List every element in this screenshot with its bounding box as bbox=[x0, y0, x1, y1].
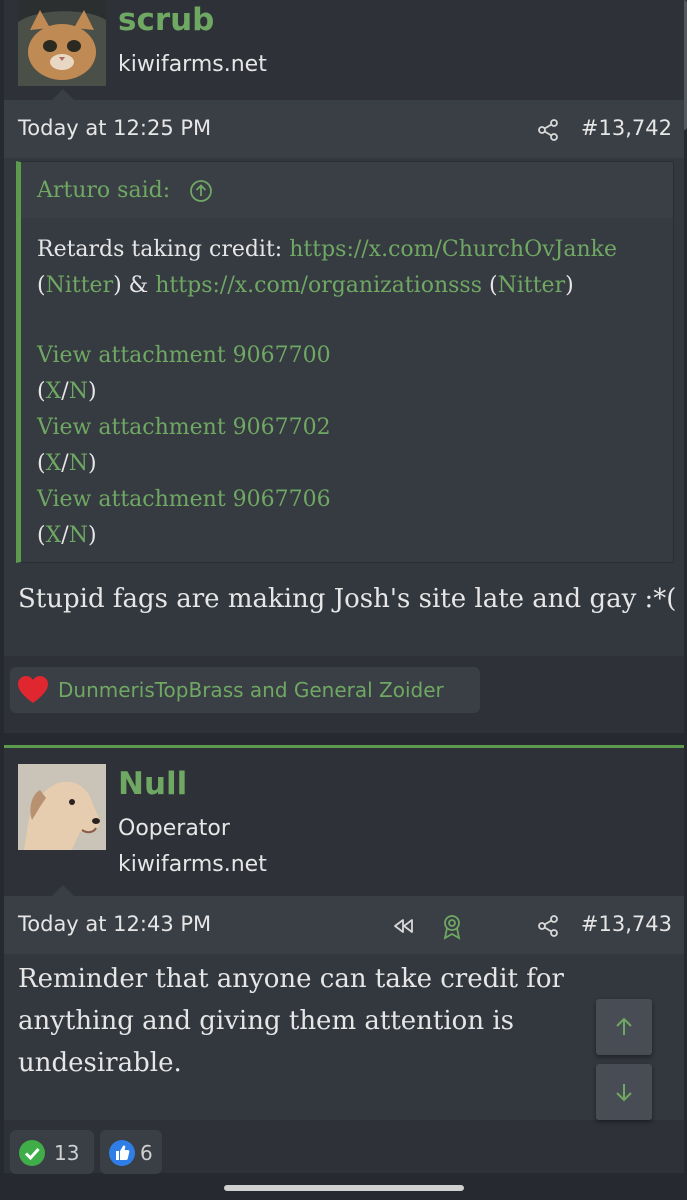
rewind-icon[interactable] bbox=[392, 914, 416, 938]
post-number[interactable]: #13,743 bbox=[581, 912, 672, 936]
jump-to-quote-icon[interactable] bbox=[189, 179, 213, 207]
attachment-link[interactable]: View attachment 9067700 bbox=[37, 338, 331, 374]
post-user-header: Null Ooperator kiwifarms.net bbox=[4, 748, 684, 896]
user-title: kiwifarms.net bbox=[118, 52, 267, 77]
post-meta-bar: Today at 12:43 PM #13,743 bbox=[4, 896, 684, 954]
heart-icon bbox=[18, 676, 48, 708]
post-date[interactable]: Today at 12:43 PM bbox=[18, 912, 211, 936]
reaction-chip-check[interactable]: 13 bbox=[10, 1130, 94, 1174]
header-notch bbox=[52, 89, 74, 100]
post-13742: scrub kiwifarms.net Today at 12:25 PM #1… bbox=[4, 0, 684, 733]
reaction-chip-like[interactable]: 6 bbox=[100, 1130, 162, 1174]
attachment-mirrors: (X/N) bbox=[37, 451, 97, 476]
attachment-mirrors: (X/N) bbox=[37, 523, 97, 548]
quote-header: Arturo said: bbox=[21, 162, 673, 218]
scroll-top-button[interactable] bbox=[596, 999, 652, 1055]
post-meta-bar: Today at 12:25 PM #13,742 bbox=[4, 100, 684, 158]
quote-text: Retards taking credit: bbox=[37, 237, 290, 262]
share-icon[interactable] bbox=[536, 914, 560, 938]
paren: ( bbox=[482, 273, 498, 298]
reaction-users[interactable]: DunmerisTopBrass and General Zoider bbox=[58, 678, 444, 702]
username[interactable]: Null bbox=[118, 766, 187, 802]
home-indicator[interactable] bbox=[224, 1185, 464, 1191]
mirror-n-link[interactable]: N bbox=[69, 451, 88, 476]
reactions-summary[interactable]: DunmerisTopBrass and General Zoider bbox=[10, 667, 480, 713]
mirror-n-link[interactable]: N bbox=[69, 523, 88, 548]
quote-link-2[interactable]: https://x.com/organizationsss bbox=[155, 273, 482, 298]
scroll-bottom-button[interactable] bbox=[596, 1064, 652, 1120]
post-body-line: anything and giving them attention is bbox=[18, 1006, 514, 1036]
nitter-link-1[interactable]: Nitter bbox=[46, 273, 114, 298]
quote-link-1[interactable]: https://x.com/ChurchOvJanke bbox=[289, 237, 617, 262]
post-body-line: undesirable. bbox=[18, 1048, 182, 1078]
check-icon bbox=[18, 1139, 46, 1171]
quote-author[interactable]: Arturo said: bbox=[37, 178, 170, 203]
post-date[interactable]: Today at 12:25 PM bbox=[18, 116, 211, 140]
arrow-down-icon bbox=[612, 1080, 636, 1108]
username[interactable]: scrub bbox=[118, 2, 214, 38]
avatar[interactable] bbox=[18, 764, 106, 850]
mirror-n-link[interactable]: N bbox=[69, 379, 88, 404]
user-domain: kiwifarms.net bbox=[118, 852, 267, 877]
reaction-count: 13 bbox=[54, 1141, 80, 1165]
arrow-up-icon bbox=[612, 1015, 636, 1043]
mirror-x-link[interactable]: X bbox=[46, 523, 62, 548]
reaction-bar: DunmerisTopBrass and General Zoider bbox=[4, 656, 684, 733]
avatar[interactable] bbox=[18, 0, 106, 86]
post-number[interactable]: #13,742 bbox=[581, 116, 672, 140]
header-notch bbox=[52, 885, 74, 896]
post-body: Stupid fags are making Josh's site late … bbox=[18, 584, 677, 614]
attachment-mirrors: (X/N) bbox=[37, 379, 97, 404]
nitter-link-2[interactable]: Nitter bbox=[498, 273, 566, 298]
thumbs-up-icon bbox=[108, 1139, 136, 1171]
user-title: Ooperator bbox=[118, 816, 230, 841]
attachment-label[interactable]: View attachment 9067702 bbox=[37, 415, 331, 440]
share-icon[interactable] bbox=[536, 118, 560, 142]
attachment-link[interactable]: View attachment 9067702 bbox=[37, 410, 331, 446]
attachment-label[interactable]: View attachment 9067706 bbox=[37, 487, 331, 512]
attachment-link[interactable]: View attachment 9067706 bbox=[37, 482, 331, 518]
post-user-header: scrub kiwifarms.net bbox=[4, 0, 684, 100]
paren: ) bbox=[565, 273, 574, 298]
reaction-count: 6 bbox=[140, 1141, 153, 1165]
quote-block: Arturo said: Retards taking credit: http… bbox=[16, 161, 674, 563]
attachment-label[interactable]: View attachment 9067700 bbox=[37, 343, 331, 368]
post-13743: Null Ooperator kiwifarms.net Today at 12… bbox=[4, 748, 684, 1174]
paren: ( bbox=[37, 273, 46, 298]
award-icon[interactable] bbox=[440, 914, 464, 940]
reaction-bar: 13 6 bbox=[4, 1120, 684, 1174]
mirror-x-link[interactable]: X bbox=[46, 451, 62, 476]
quote-text: ) & bbox=[113, 273, 156, 298]
post-body-line: Reminder that anyone can take credit for bbox=[18, 964, 564, 994]
mirror-x-link[interactable]: X bbox=[46, 379, 62, 404]
quote-line-1: Retards taking credit: https://x.com/Chu… bbox=[37, 232, 617, 268]
quote-line-2: (Nitter) & https://x.com/organizationsss… bbox=[37, 268, 574, 304]
